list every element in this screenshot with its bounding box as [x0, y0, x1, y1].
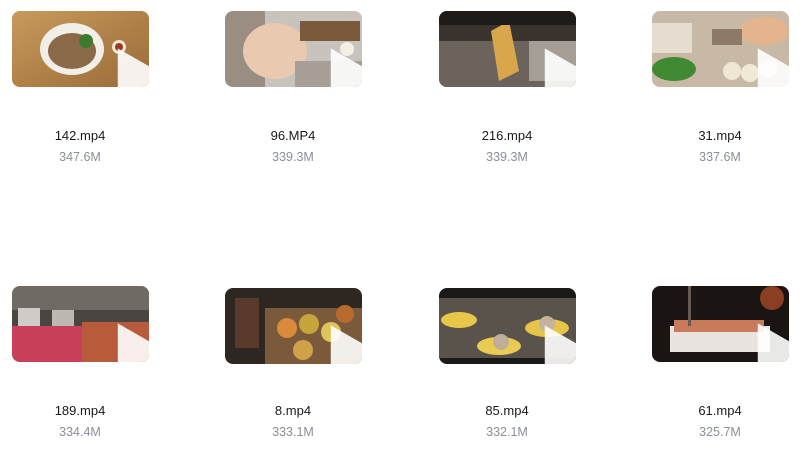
video-thumbnail[interactable] [12, 11, 149, 87]
video-thumbnail[interactable] [225, 288, 362, 364]
video-thumbnail[interactable] [439, 288, 576, 364]
play-icon [497, 315, 576, 364]
video-filename: 142.mp4 [54, 128, 106, 143]
video-thumbnail[interactable] [439, 11, 576, 87]
video-filename: 31.mp4 [698, 128, 742, 143]
video-filesize: 347.6M [59, 150, 101, 164]
play-icon [710, 313, 789, 362]
play-icon [283, 38, 362, 87]
video-grid: 142.mp4 347.6M 96.MP4 339.3M 216.mp4 339… [0, 0, 800, 458]
video-filesize: 334.4M [59, 425, 101, 439]
play-icon [710, 38, 789, 87]
play-icon [283, 315, 362, 364]
video-filesize: 339.3M [486, 150, 528, 164]
video-thumbnail[interactable] [652, 11, 789, 87]
video-filename: 8.mp4 [274, 403, 312, 418]
video-thumbnail[interactable] [12, 286, 149, 362]
play-icon [70, 38, 149, 87]
video-filename: 61.mp4 [698, 403, 742, 418]
video-filename: 96.MP4 [270, 128, 316, 143]
play-icon [70, 313, 149, 362]
video-filesize: 333.1M [272, 425, 314, 439]
video-filesize: 332.1M [486, 425, 528, 439]
video-thumbnail[interactable] [652, 286, 789, 362]
video-filesize: 337.6M [699, 150, 741, 164]
video-filename: 189.mp4 [54, 403, 106, 418]
video-filename: 85.mp4 [485, 403, 529, 418]
video-thumbnail[interactable] [225, 11, 362, 87]
video-filesize: 325.7M [699, 425, 741, 439]
video-filesize: 339.3M [272, 150, 314, 164]
play-icon [497, 38, 576, 87]
video-filename: 216.mp4 [481, 128, 533, 143]
